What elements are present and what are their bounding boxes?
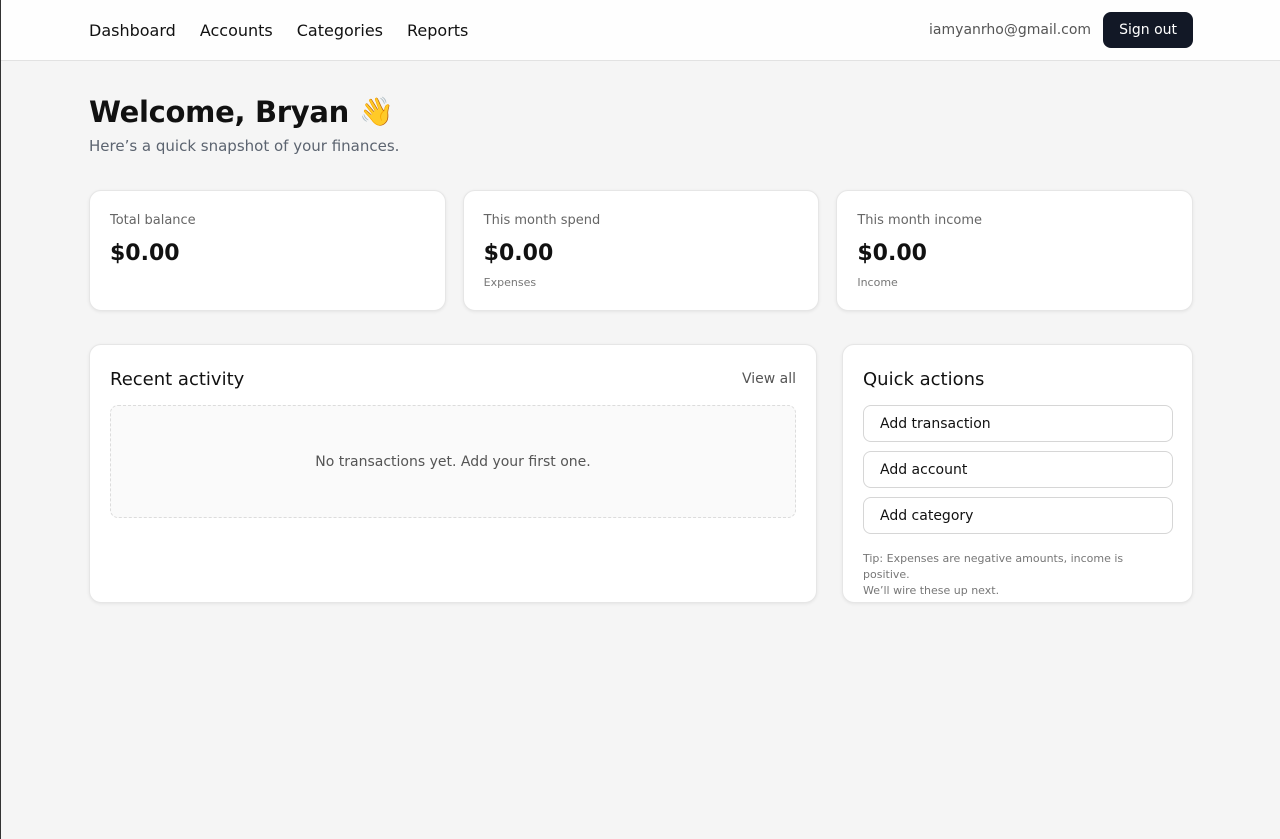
nav-categories[interactable]: Categories: [297, 21, 383, 40]
stat-label: This month spend: [483, 213, 601, 228]
stat-value: $0.00: [857, 241, 927, 266]
page-title: Welcome, Bryan: [89, 95, 350, 129]
recent-activity-panel: Recent activity View all No transactions…: [89, 344, 817, 603]
total-balance-card: Total balance $0.00: [89, 190, 446, 311]
waving-hand-icon: 👋: [359, 95, 394, 128]
user-area: iamyanrho@gmail.com Sign out: [929, 12, 1193, 48]
month-spend-card: This month spend $0.00 Expenses: [462, 190, 820, 311]
month-income-card: This month income $0.00 Income: [836, 190, 1194, 311]
lower-section: Recent activity View all No transactions…: [89, 344, 1193, 603]
quick-actions-list: Add transaction Add account Add category: [863, 405, 1173, 534]
tip-text: Tip: Expenses are negative amounts, inco…: [863, 551, 1172, 599]
quick-actions-title: Quick actions: [863, 368, 985, 390]
add-transaction-button[interactable]: Add transaction: [863, 405, 1173, 442]
stat-caption: Income: [857, 276, 898, 289]
panel-header: Recent activity View all: [110, 367, 796, 391]
main-nav: Dashboard Accounts Categories Reports: [89, 21, 468, 40]
panel-header: Quick actions: [863, 367, 1172, 391]
dashboard-main: Welcome, Bryan 👋 Here’s a quick snapshot…: [1, 95, 1280, 603]
empty-state-message: No transactions yet. Add your first one.: [315, 453, 591, 470]
stat-value: $0.00: [483, 241, 554, 266]
user-email: iamyanrho@gmail.com: [929, 22, 1092, 38]
welcome-heading: Welcome, Bryan 👋: [89, 95, 1193, 129]
stats-row: Total balance $0.00 This month spend $0.…: [89, 190, 1194, 311]
stat-value: $0.00: [110, 241, 180, 266]
stat-caption: Expenses: [483, 276, 537, 289]
quick-actions-panel: Quick actions Add transaction Add accoun…: [842, 344, 1193, 603]
nav-dashboard[interactable]: Dashboard: [89, 21, 176, 40]
stat-label: This month income: [857, 213, 982, 228]
nav-accounts[interactable]: Accounts: [200, 21, 273, 40]
view-all-link[interactable]: View all: [742, 371, 796, 387]
add-account-button[interactable]: Add account: [863, 451, 1173, 488]
empty-state: No transactions yet. Add your first one.: [110, 405, 796, 518]
tip-line: We’ll wire these up next.: [863, 584, 1000, 597]
sign-out-button[interactable]: Sign out: [1103, 12, 1193, 48]
top-navigation-bar: Dashboard Accounts Categories Reports ia…: [1, 0, 1280, 61]
stat-label: Total balance: [110, 213, 196, 228]
page-subtitle: Here’s a quick snapshot of your finances…: [89, 137, 400, 155]
tip-line: Tip: Expenses are negative amounts, inco…: [863, 552, 1124, 581]
nav-reports[interactable]: Reports: [407, 21, 468, 40]
recent-activity-title: Recent activity: [110, 368, 245, 390]
add-category-button[interactable]: Add category: [863, 497, 1173, 534]
